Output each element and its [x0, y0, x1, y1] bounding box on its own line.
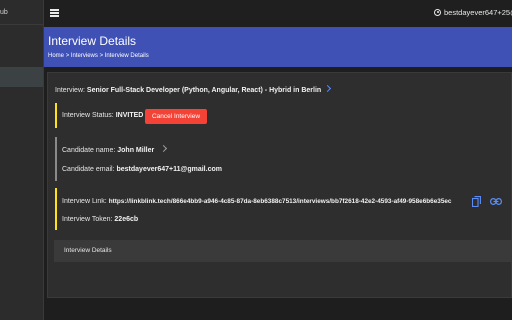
sidebar-divider [0, 24, 43, 25]
cancel-interview-button[interactable]: Cancel Interview [145, 109, 207, 124]
breadcrumb-current: Interview Details [104, 53, 149, 59]
candidate-accent-bar [55, 137, 57, 181]
interview-link-row: Interview Link: https://linkblink.tech/8… [62, 198, 466, 205]
status-row: Interview Status: INVITED [62, 112, 143, 119]
top-app-bar: bestdayever647+25@g [44, 0, 512, 27]
status-accent-bar [55, 103, 57, 128]
user-menu[interactable]: bestdayever647+25@g [434, 8, 512, 17]
interview-details-section[interactable]: Interview Details [54, 240, 512, 262]
link-icon[interactable] [490, 198, 502, 205]
sidebar: ub [0, 0, 44, 320]
candidate-name-row: Candidate name: John Miller [62, 144, 168, 154]
interview-token-label: Interview Token: [62, 216, 115, 223]
page-title: Interview Details [48, 34, 137, 48]
breadcrumb-home[interactable]: Home [48, 53, 64, 59]
status-label: Interview Status: [62, 112, 116, 119]
interview-link[interactable]: https://linkblink.tech/866e4bb9-a946-4c8… [109, 198, 452, 205]
interview-label: Interview: [55, 87, 87, 94]
account-icon [434, 9, 441, 16]
sidebar-brand: ub [0, 9, 8, 16]
interview-token: 22e6cb [114, 216, 139, 223]
candidate-email: bestdayever647+11@gmail.com [116, 166, 222, 173]
menu-icon[interactable] [50, 9, 59, 17]
copy-icon[interactable] [472, 196, 481, 207]
interview-token-row: Interview Token: 22e6cb [62, 216, 138, 223]
interview-title: Senior Full-Stack Developer (Python, Ang… [86, 87, 322, 94]
candidate-name-label: Candidate name: [62, 147, 118, 154]
user-email: bestdayever647+25@g [444, 8, 512, 17]
interview-link-label: Interview Link: [62, 198, 109, 205]
section-label: Interview Details [64, 247, 112, 254]
chevron-right-icon[interactable] [160, 144, 168, 153]
chevron-right-icon[interactable] [324, 84, 332, 93]
interview-card [47, 72, 512, 298]
breadcrumb-interviews[interactable]: Interviews [71, 53, 98, 59]
status-badge: INVITED [115, 112, 144, 119]
interview-title-row[interactable]: Interview: Senior Full-Stack Developer (… [55, 84, 332, 94]
candidate-email-row: Candidate email: bestdayever647+11@gmail… [62, 166, 222, 173]
link-accent-bar [55, 188, 57, 230]
candidate-name: John Miller [117, 147, 155, 154]
breadcrumb-separator: > [65, 53, 70, 59]
candidate-email-label: Candidate email: [62, 166, 117, 173]
breadcrumb-separator: > [99, 53, 104, 59]
sidebar-item-active[interactable] [0, 67, 43, 87]
breadcrumb: Home > Interviews > Interview Details [48, 53, 149, 59]
page-header: Interview Details Home > Interviews > In… [44, 27, 512, 67]
